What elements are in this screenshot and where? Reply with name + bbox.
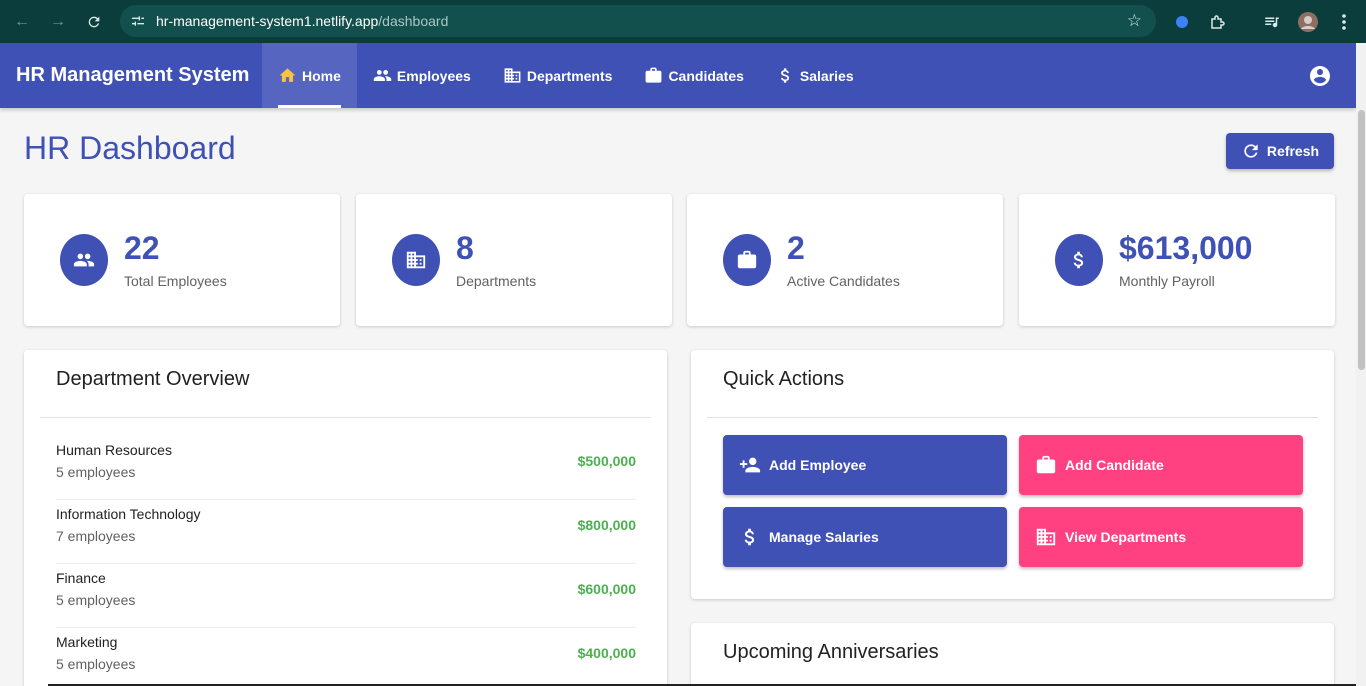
home-icon: [279, 68, 296, 82]
employee-count: 5 employees: [56, 592, 136, 608]
panel-divider: [707, 417, 1318, 418]
address-bar[interactable]: hr-management-system1.netlify.app/dashbo…: [120, 5, 1156, 37]
nav-employees[interactable]: Employees: [357, 43, 487, 108]
stat-label: Monthly Payroll: [1119, 273, 1215, 289]
department-name: Marketing: [56, 634, 118, 650]
department-budget: $400,000: [577, 645, 636, 661]
browser-menu-icon[interactable]: [1332, 0, 1356, 43]
add-employee-button[interactable]: Add Employee: [723, 435, 1007, 495]
list-item[interactable]: Finance 5 employees $600,000: [56, 564, 636, 628]
stat-value: 22: [124, 230, 160, 266]
quick-actions-panel: Quick Actions Add Employee Add Candidate…: [691, 350, 1334, 599]
upcoming-anniversaries-panel: Upcoming Anniversaries: [691, 623, 1334, 686]
stat-value: $613,000: [1119, 230, 1253, 266]
stat-label: Active Candidates: [787, 273, 900, 289]
browser-toolbar: ← → hr-management-system1.netlify.app/da…: [0, 0, 1366, 43]
list-item[interactable]: Information Technology 7 employees $800,…: [56, 500, 636, 564]
stat-value: 2: [787, 230, 805, 266]
forward-icon[interactable]: →: [40, 0, 76, 43]
briefcase-icon: [723, 234, 771, 286]
department-overview-title: Department Overview: [56, 368, 250, 390]
nav-departments-label: Departments: [526, 67, 613, 84]
nav-salaries-label: Salaries: [799, 67, 854, 84]
dollar-icon: [744, 528, 755, 546]
stat-card-monthly-payroll: $613,000 Monthly Payroll: [1019, 194, 1335, 326]
add-candidate-button[interactable]: Add Candidate: [1019, 435, 1303, 495]
panel-divider: [40, 417, 651, 418]
manage-salaries-button[interactable]: Manage Salaries: [723, 507, 1007, 567]
employee-count: 7 employees: [56, 528, 136, 544]
nav-candidates-label: Candidates: [668, 67, 744, 84]
stat-label: Total Employees: [124, 273, 227, 289]
add-employee-label: Add Employee: [769, 457, 867, 473]
account-circle-icon[interactable]: [1308, 64, 1332, 88]
department-name: Human Resources: [56, 442, 172, 458]
department-name: Finance: [56, 570, 106, 586]
nav-candidates[interactable]: Candidates: [628, 43, 759, 108]
site-settings-icon[interactable]: [120, 13, 156, 29]
extension-dot-icon[interactable]: [1172, 0, 1192, 43]
manage-salaries-label: Manage Salaries: [769, 529, 879, 545]
briefcase-icon: [646, 67, 662, 83]
reload-icon[interactable]: [76, 0, 112, 43]
nav-salaries[interactable]: Salaries: [760, 43, 870, 108]
view-departments-label: View Departments: [1065, 529, 1187, 545]
refresh-button[interactable]: Refresh: [1226, 133, 1334, 169]
employee-count: 5 employees: [56, 464, 136, 480]
refresh-icon: [1244, 144, 1258, 158]
media-control-icon[interactable]: [1260, 0, 1284, 43]
department-budget: $800,000: [577, 517, 636, 533]
bookmark-star-icon[interactable]: ☆: [1127, 11, 1142, 31]
people-icon: [60, 234, 108, 286]
back-icon[interactable]: ←: [4, 0, 40, 43]
briefcase-icon: [1036, 455, 1056, 474]
add-candidate-label: Add Candidate: [1065, 457, 1164, 473]
department-name: Information Technology: [56, 506, 201, 522]
app-title: HR Management System: [16, 64, 250, 86]
dollar-icon: [780, 68, 789, 83]
nav-employees-label: Employees: [396, 67, 471, 84]
employee-count: 5 employees: [56, 656, 136, 672]
quick-actions-title: Quick Actions: [723, 368, 845, 390]
building-icon: [504, 68, 521, 83]
dollar-icon: [1055, 234, 1103, 286]
upcoming-anniversaries-title: Upcoming Anniversaries: [723, 641, 939, 663]
building-icon: [392, 234, 440, 286]
department-overview-panel: Department Overview Human Resources 5 em…: [24, 350, 667, 686]
nav-home[interactable]: Home: [262, 43, 357, 108]
nav-home-label: Home: [302, 67, 341, 84]
profile-avatar-icon[interactable]: [1296, 0, 1320, 43]
view-departments-button[interactable]: View Departments: [1019, 507, 1303, 567]
department-budget: $600,000: [577, 581, 636, 597]
stat-card-total-employees: 22 Total Employees: [24, 194, 340, 326]
stat-value: 8: [456, 230, 474, 266]
page-scrollbar-thumb[interactable]: [1358, 110, 1365, 370]
people-icon: [373, 69, 392, 82]
stat-card-departments: 8 Departments: [356, 194, 672, 326]
app-header: HR Management System Home Employees Depa…: [0, 43, 1356, 108]
list-item[interactable]: Marketing 5 employees $400,000: [56, 628, 636, 686]
extensions-puzzle-icon[interactable]: [1206, 0, 1230, 43]
refresh-label: Refresh: [1266, 143, 1320, 159]
person-add-icon: [739, 457, 761, 473]
url-path: /dashboard: [378, 13, 449, 29]
page-title: HR Dashboard: [24, 130, 236, 166]
nav-departments[interactable]: Departments: [487, 43, 629, 108]
list-item[interactable]: Human Resources 5 employees $500,000: [56, 436, 636, 500]
stat-label: Departments: [456, 273, 537, 289]
department-budget: $500,000: [577, 453, 636, 469]
url-host: hr-management-system1.netlify.app: [156, 13, 379, 29]
stat-card-active-candidates: 2 Active Candidates: [687, 194, 1003, 326]
building-icon: [1036, 528, 1056, 546]
